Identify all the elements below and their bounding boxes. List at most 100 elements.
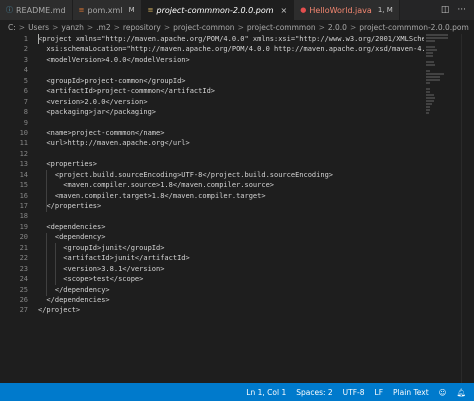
- code-line[interactable]: <name>project-commmon</name>: [38, 128, 424, 138]
- minimap-line: [426, 76, 440, 78]
- end-of-line[interactable]: LF: [375, 388, 384, 397]
- tab-helloworld[interactable]: ● HelloWorld.java 1, M: [294, 0, 400, 20]
- code-line[interactable]: </properties>: [38, 201, 424, 211]
- code-line[interactable]: <packaging>jar</packaging>: [38, 107, 424, 117]
- code-line[interactable]: <groupId>junit</groupId>: [38, 243, 424, 253]
- tab-label: README.md: [16, 5, 66, 15]
- code-line[interactable]: <scope>test</scope>: [38, 274, 424, 284]
- line-number: 13: [19, 160, 28, 169]
- line-number: 6: [23, 87, 28, 96]
- code-line[interactable]: <project xmlns="http://maven.apache.org/…: [38, 34, 424, 44]
- modified-badge: M: [128, 6, 135, 14]
- code-line[interactable]: <artifactId>project-commmon</artifactId>: [38, 86, 424, 96]
- notification-bell-icon[interactable]: 🔔︎: [456, 388, 466, 397]
- breadcrumb-item[interactable]: 2.0.0: [328, 23, 347, 32]
- code-line[interactable]: [38, 65, 424, 75]
- code-area[interactable]: <project xmlns="http://maven.apache.org/…: [38, 34, 424, 316]
- tab-readme[interactable]: ⓘ README.md: [0, 0, 73, 20]
- tab-project-pom[interactable]: ≡ project-commmon-2.0.0.pom ×: [141, 0, 295, 20]
- xml-icon: ≡: [78, 6, 85, 14]
- minimap-line: [426, 40, 435, 42]
- line-number: 15: [19, 181, 28, 190]
- minimap-line: [426, 64, 435, 66]
- code-line[interactable]: <url>http://maven.apache.org</url>: [38, 138, 424, 148]
- minimap-line: [426, 100, 434, 102]
- code-line[interactable]: [38, 118, 424, 128]
- indent-guide: [46, 233, 47, 296]
- tab-pom-xml[interactable]: ≡ pom.xml M: [72, 0, 142, 20]
- breadcrumb-item[interactable]: Users: [28, 23, 49, 32]
- minimap-line: [426, 73, 444, 75]
- line-number: 10: [19, 128, 28, 137]
- line-number: 23: [19, 264, 28, 273]
- code-line[interactable]: <modelVersion>4.0.0</modelVersion>: [38, 55, 424, 65]
- breadcrumb-separator: >: [163, 22, 171, 32]
- code-editor[interactable]: 1 2 3 4 5 6 7 8 9 10 11 12 13 14 15 16 17 18 19 20 21 22 23 24 2…: [0, 34, 474, 383]
- line-number: 9: [23, 118, 28, 127]
- breadcrumb-item[interactable]: .m2: [96, 23, 110, 32]
- breadcrumb-item[interactable]: yanzh: [61, 23, 83, 32]
- breadcrumb-item[interactable]: project-commmon-2.0.0.pom: [359, 23, 469, 32]
- code-line[interactable]: <properties>: [38, 159, 424, 169]
- indentation[interactable]: Spaces: 2: [296, 388, 332, 397]
- text-cursor: [38, 34, 39, 44]
- breadcrumb-separator: >: [52, 22, 59, 32]
- breadcrumb: C: > Users > yanzh > .m2 > repository > proje…: [0, 20, 474, 34]
- code-line[interactable]: <maven.compiler.source>1.8</maven.compil…: [38, 180, 424, 190]
- indent-guide: [46, 170, 47, 212]
- code-line[interactable]: <maven.compiler.target>1.8</maven.compil…: [38, 191, 424, 201]
- line-number: 7: [23, 97, 28, 106]
- line-number: 19: [19, 222, 28, 231]
- code-line[interactable]: [38, 149, 424, 159]
- indent-guide: [55, 243, 56, 285]
- line-number: 17: [19, 202, 28, 210]
- tab-label: pom.xml: [87, 5, 123, 15]
- line-number: 18: [19, 212, 28, 221]
- code-line[interactable]: <dependencies>: [38, 222, 424, 232]
- breadcrumb-separator: >: [318, 22, 325, 32]
- split-editor-icon[interactable]: ◫: [441, 5, 450, 15]
- editor-actions: ◫ ···: [433, 0, 474, 20]
- breadcrumb-separator: >: [18, 22, 26, 32]
- breadcrumb-item[interactable]: project-commmon: [247, 23, 316, 32]
- minimap-line: [426, 61, 434, 63]
- minimap-line: [426, 106, 430, 108]
- code-line[interactable]: <groupId>project-common</groupId>: [38, 76, 424, 86]
- code-line[interactable]: </dependencies>: [38, 295, 424, 305]
- vertical-scrollbar[interactable]: [461, 34, 474, 383]
- feedback-icon[interactable]: ☺: [439, 388, 447, 397]
- minimap-line: [426, 94, 434, 96]
- code-line[interactable]: <artifactId>junit</artifactId>: [38, 253, 424, 263]
- tab-label: project-commmon-2.0.0.pom: [156, 5, 274, 15]
- line-number: 27: [19, 306, 28, 315]
- line-number: 8: [23, 108, 28, 117]
- code-line[interactable]: [38, 211, 424, 221]
- breadcrumb-item[interactable]: repository: [123, 23, 161, 32]
- breadcrumb-item[interactable]: project-common: [173, 23, 234, 32]
- modified-badge: 1, M: [377, 6, 393, 14]
- minimap-line: [426, 46, 435, 48]
- line-number: 26: [19, 295, 28, 304]
- minimap-line: [426, 37, 448, 39]
- code-line[interactable]: <version>3.8.1</version>: [38, 264, 424, 274]
- breadcrumb-item[interactable]: C:: [8, 23, 16, 32]
- line-number: 4: [23, 66, 28, 75]
- minimap-line: [426, 34, 448, 36]
- code-line[interactable]: <dependency>: [38, 232, 424, 242]
- tab-bar: ⓘ README.md ≡ pom.xml M ≡ project-commmo…: [0, 0, 474, 20]
- minimap[interactable]: [426, 34, 448, 124]
- code-line[interactable]: </project>: [38, 305, 424, 315]
- minimap-line: [426, 55, 433, 57]
- code-line[interactable]: </dependency>: [38, 285, 424, 295]
- code-line[interactable]: xsi:schemaLocation="http://maven.apache.…: [38, 44, 424, 54]
- info-icon: ⓘ: [6, 6, 13, 14]
- cursor-position[interactable]: Ln 1, Col 1: [246, 388, 286, 397]
- code-line[interactable]: <project.build.sourceEncoding>UTF-8</pro…: [38, 170, 424, 180]
- close-icon[interactable]: ×: [281, 6, 288, 15]
- java-icon: ●: [300, 6, 307, 14]
- encoding[interactable]: UTF-8: [343, 388, 365, 397]
- language-mode[interactable]: Plain Text: [393, 388, 429, 397]
- more-actions-icon[interactable]: ···: [457, 5, 466, 15]
- code-line[interactable]: <version>2.0.0</version>: [38, 97, 424, 107]
- line-number: 1: [23, 35, 28, 43]
